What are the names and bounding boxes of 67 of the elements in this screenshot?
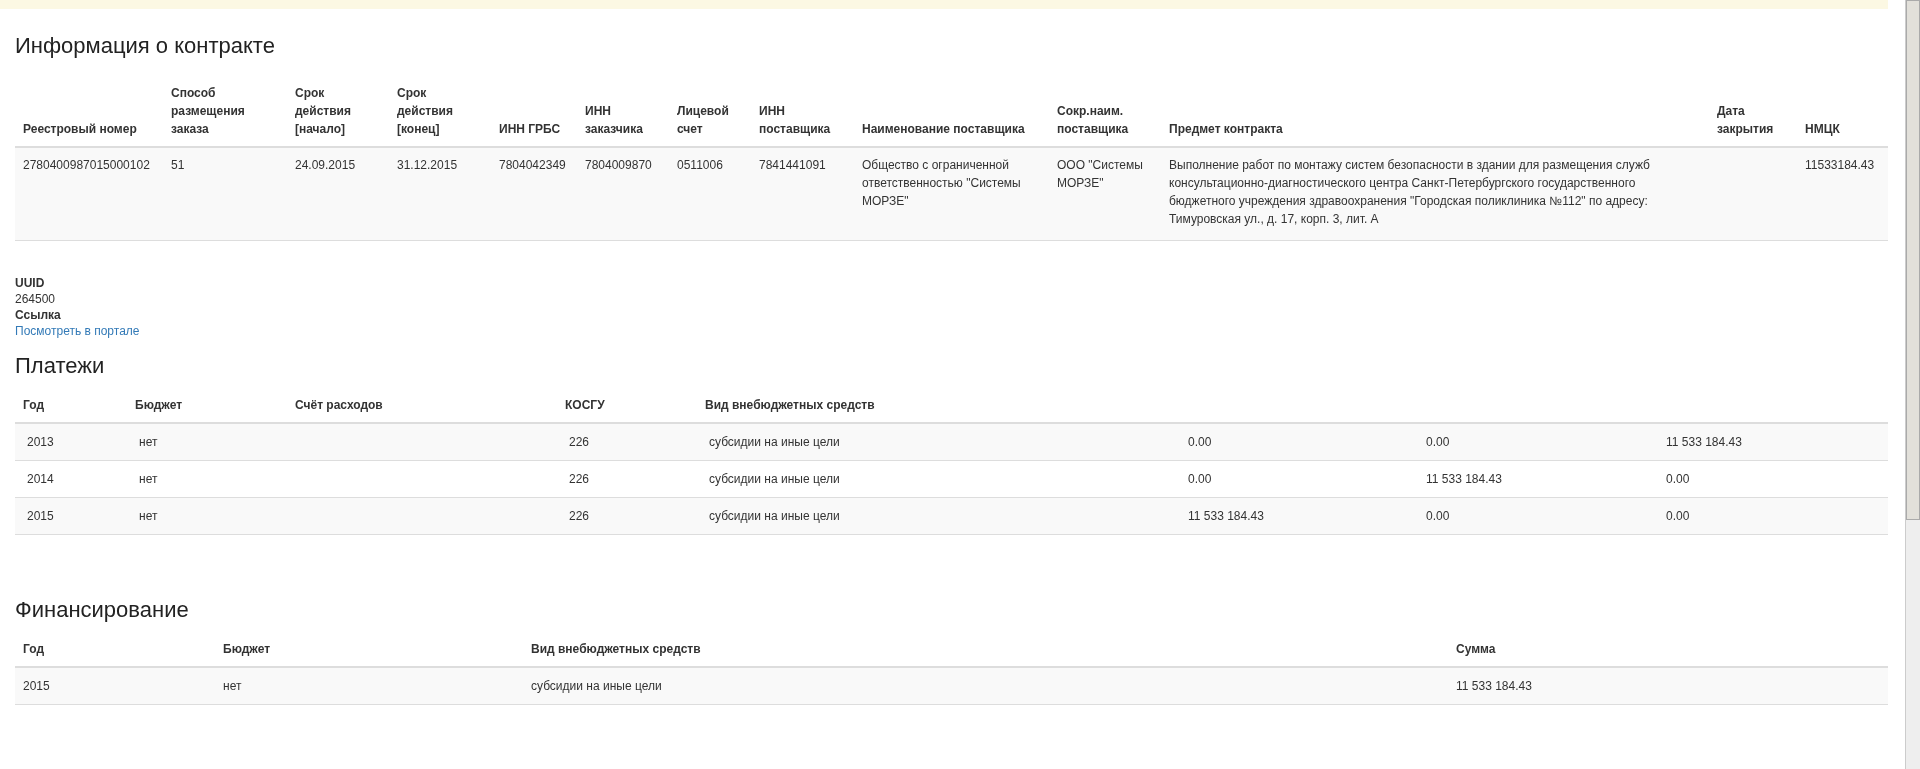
table-cell: 226 — [569, 435, 590, 449]
section-heading: Информация о контракте — [15, 32, 276, 60]
table-cell: 2013 — [27, 435, 54, 449]
column-header: Сокр.наим. поставщика — [1057, 104, 1129, 136]
column-header: Срок действия [конец] — [397, 86, 453, 136]
table-cell: нет — [139, 509, 158, 523]
column-header: ИНН заказчика — [585, 104, 643, 136]
table-cell: нет — [139, 472, 158, 486]
table-cell: субсидии на иные цели — [709, 509, 840, 523]
table-cell: 7841441091 — [759, 158, 826, 172]
column-header: Бюджет — [223, 642, 271, 656]
table-cell: 2015 — [23, 679, 50, 693]
table-cell: субсидии на иные цели — [709, 472, 840, 486]
table-cell: 226 — [569, 472, 590, 486]
column-header: Лицевой счет — [677, 104, 729, 136]
column-header: Реестровый номер — [23, 122, 137, 136]
table-cell: 24.09.2015 — [295, 158, 356, 172]
field-label: Ссылка — [15, 307, 62, 323]
table-cell: 0511006 — [677, 158, 723, 172]
section-heading: Платежи — [15, 352, 106, 380]
column-header: КОСГУ — [565, 398, 605, 412]
portal-link[interactable]: Посмотреть в портале — [15, 324, 140, 338]
scrollbar[interactable] — [1905, 0, 1920, 769]
column-header: Способ размещения заказа — [171, 86, 245, 136]
column-header: Вид внебюджетных средств — [531, 642, 701, 656]
table-cell: 0.00 — [1188, 472, 1212, 486]
table-cell: Общество с ограниченной ответственностью "Системы МОРЗЕ" — [862, 158, 1021, 208]
column-header: Предмет контракта — [1169, 122, 1283, 136]
column-header: Год — [23, 642, 44, 656]
table-cell: 0.00 — [1666, 509, 1690, 523]
table-cell: 2015 — [27, 509, 54, 523]
section-heading: Финансирование — [15, 596, 190, 624]
table-cell: 11 533 184.43 — [1426, 472, 1502, 486]
table-cell: нет — [139, 435, 158, 449]
table-cell: 51 — [171, 158, 185, 172]
table-cell: 7804009870 — [585, 158, 652, 172]
table-cell: нет — [223, 679, 242, 693]
table-cell: 11 533 184.43 — [1456, 679, 1532, 693]
table-cell: 11533184.43 — [1805, 158, 1875, 172]
field-value: 264500 — [15, 291, 57, 307]
column-header: ИНН ГРБС — [499, 122, 561, 136]
table-cell: 226 — [569, 509, 590, 523]
table-cell: 2014 — [27, 472, 54, 486]
table-cell: Выполнение работ по монтажу систем безопасности в здании для размещения служб консультационно-диагностического центра Санкт-Петербургского государственного бюджетного учреждения здравоохранения "Городская поликлиника №112" по адресу: Тимуровская ул., д. 17, корп. 3, лит. А — [1169, 158, 1650, 226]
column-header: Сумма — [1456, 642, 1496, 656]
column-header: Год — [23, 398, 44, 412]
column-header: НМЦК — [1805, 122, 1840, 136]
table-cell: субсидии на иные цели — [531, 679, 662, 693]
table-cell: 0.00 — [1426, 509, 1450, 523]
table-cell: 0.00 — [1426, 435, 1450, 449]
column-header: Дата закрытия — [1717, 104, 1774, 136]
table-cell: 2780400987015000102 — [23, 158, 150, 172]
field-label: UUID — [15, 275, 46, 291]
column-header: Срок действия [начало] — [295, 86, 351, 136]
column-header: Вид внебюджетных средств — [705, 398, 875, 412]
table-cell: 11 533 184.43 — [1188, 509, 1264, 523]
table-cell: 0.00 — [1666, 472, 1690, 486]
table-cell: 31.12.2015 — [397, 158, 458, 172]
table-cell: субсидии на иные цели — [709, 435, 840, 449]
column-header: Бюджет — [135, 398, 183, 412]
column-header: ИНН поставщика — [759, 104, 831, 136]
table-cell: 7804042349 — [499, 158, 566, 172]
table-cell: 0.00 — [1188, 435, 1212, 449]
column-header: Наименование поставщика — [862, 122, 1025, 136]
table-cell: 11 533 184.43 — [1666, 435, 1742, 449]
column-header: Счёт расходов — [295, 398, 383, 412]
table-cell: ООО "Системы МОРЗЕ" — [1057, 158, 1143, 190]
